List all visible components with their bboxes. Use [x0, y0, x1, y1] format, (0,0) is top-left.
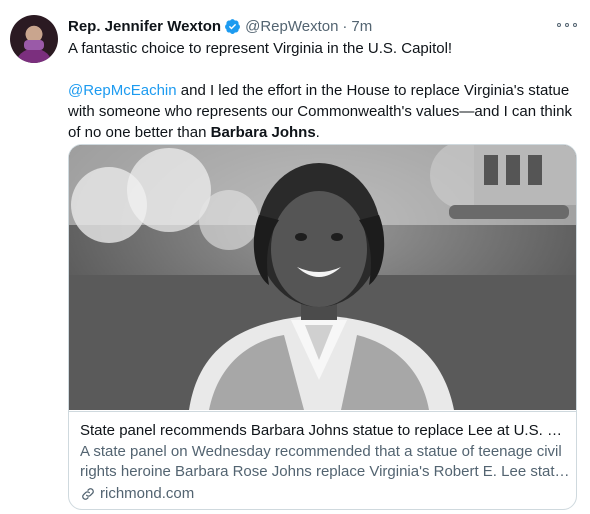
tweet-text: A fantastic choice to represent Virginia…	[68, 38, 580, 143]
card-description: A state panel on Wednesday recommended t…	[80, 442, 570, 482]
tweet-line-1: A fantastic choice to represent Virginia…	[68, 40, 453, 57]
separator-dot: ·	[342, 17, 348, 35]
tweet-line-4-start: of no one better than	[68, 124, 211, 141]
author-handle[interactable]: @RepWexton	[245, 18, 338, 35]
tweet-line-3: with someone who represents our Commonwe…	[68, 103, 572, 120]
tweet[interactable]: Rep. Jennifer Wexton @RepWexton · 7m A f…	[0, 0, 590, 514]
more-dot-3	[573, 23, 577, 27]
more-dot-2	[565, 23, 569, 27]
card-photo[interactable]	[69, 145, 576, 410]
card-description-line-2: rights heroine Barbara Rose Johns replac…	[80, 463, 570, 480]
link-icon	[82, 488, 94, 500]
card-title[interactable]: State panel recommends Barbara Johns sta…	[80, 421, 570, 441]
card-body[interactable]: State panel recommends Barbara Johns sta…	[69, 411, 576, 509]
portrait-photo	[69, 145, 576, 410]
card-domain-text: richmond.com	[100, 485, 195, 502]
avatar-mask	[24, 40, 44, 50]
tweet-timestamp[interactable]: 7m	[351, 18, 372, 35]
link-preview-card[interactable]: State panel recommends Barbara Johns sta…	[68, 144, 577, 510]
avatar-body	[16, 49, 52, 63]
tweet-line-4-end: .	[315, 124, 320, 141]
card-description-line-1: A state panel on Wednesday recommended t…	[80, 443, 562, 460]
tweet-line-4: of no one better than Barbara Johns.	[68, 122, 580, 143]
tweet-header: Rep. Jennifer Wexton @RepWexton · 7m	[68, 15, 372, 37]
mention-link[interactable]: @RepMcEachin	[68, 82, 177, 99]
tweet-line-2: @RepMcEachin and I led the effort in the…	[68, 80, 580, 101]
tweet-blank-line	[68, 59, 580, 80]
bold-name: Barbara Johns	[210, 124, 316, 141]
more-options-icon[interactable]	[557, 17, 577, 33]
author-name[interactable]: Rep. Jennifer Wexton	[68, 18, 221, 35]
more-dot-1	[557, 23, 561, 27]
tweet-line-2-text: and I led the effort in the House to rep…	[176, 82, 570, 99]
verified-badge-icon	[225, 18, 241, 34]
card-domain[interactable]: richmond.com	[80, 484, 194, 504]
avatar[interactable]	[10, 15, 58, 63]
